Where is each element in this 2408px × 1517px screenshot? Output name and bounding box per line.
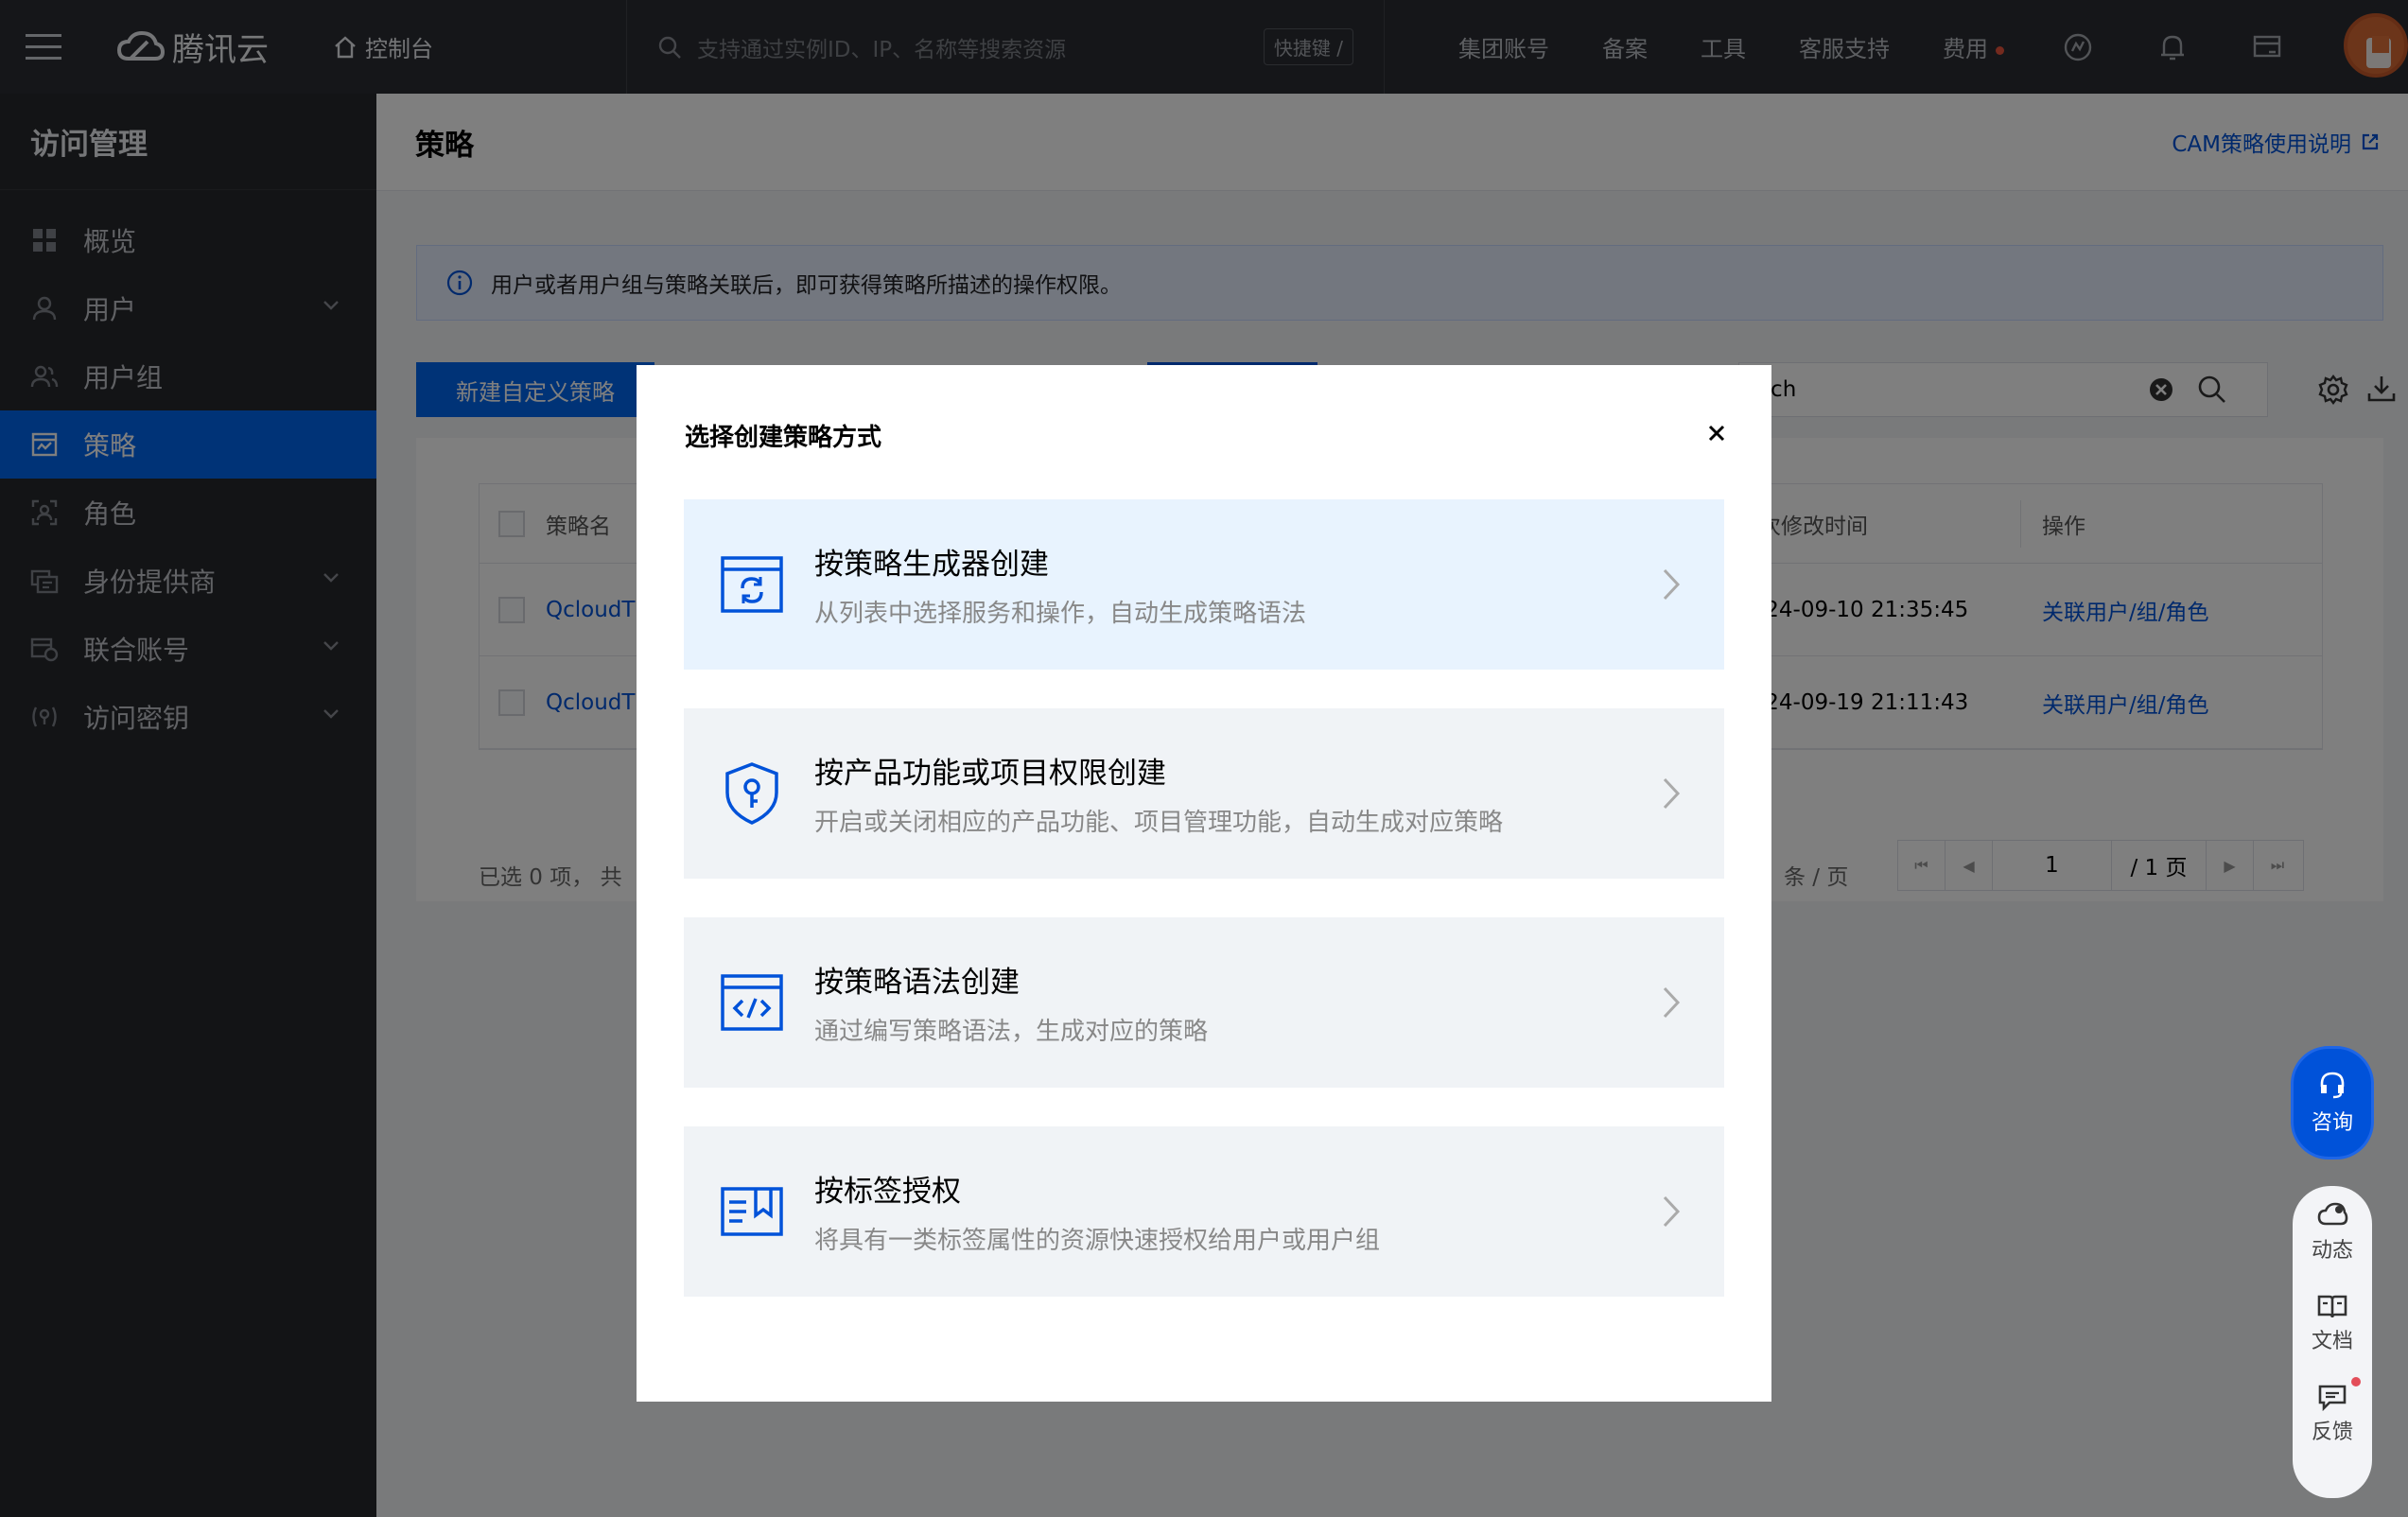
option-title: 按策略生成器创建 (814, 548, 1049, 582)
option-title: 按标签授权 (814, 1175, 961, 1209)
option-tag-authorization[interactable]: 按标签授权 将具有一类标签属性的资源快速授权给用户或用户组 (684, 1126, 1724, 1297)
option-policy-generator[interactable]: 按策略生成器创建 从列表中选择服务和操作，自动生成策略语法 (684, 499, 1724, 670)
option-product-permission[interactable]: 按产品功能或项目权限创建 开启或关闭相应的产品功能、项目管理功能，自动生成对应策… (684, 708, 1724, 879)
modal-title: 选择创建策略方式 (685, 424, 882, 452)
option-policy-syntax[interactable]: 按策略语法创建 通过编写策略语法，生成对应的策略 (684, 917, 1724, 1088)
headset-icon (2320, 1072, 2345, 1099)
book-icon (2317, 1295, 2347, 1318)
option-desc: 从列表中选择服务和操作，自动生成策略语法 (814, 600, 1307, 628)
option-desc: 通过编写策略语法，生成对应的策略 (814, 1018, 1209, 1046)
cloud-bell-icon (2317, 1202, 2348, 1226)
shield-key-icon (718, 759, 786, 828)
option-desc: 将具有一类标签属性的资源快速授权给用户或用户组 (814, 1227, 1381, 1255)
create-policy-modal: 选择创建策略方式 按策略生成器创建 从列表中选择服务和操作，自动生成策略语法 按… (637, 365, 1771, 1402)
tag-book-icon (718, 1177, 786, 1246)
feedback-button[interactable]: 反馈 (2311, 1377, 2361, 1445)
chevron-right-icon (1663, 1195, 1681, 1228)
feedback-dot (2351, 1377, 2361, 1386)
chevron-right-icon (1663, 568, 1681, 601)
option-title: 按产品功能或项目权限创建 (814, 757, 1166, 791)
docs-button[interactable]: 文档 (2312, 1292, 2353, 1354)
close-icon[interactable] (1705, 422, 1728, 445)
option-title: 按策略语法创建 (814, 966, 1020, 1000)
feedback-icon (2318, 1385, 2347, 1411)
option-desc: 开启或关闭相应的产品功能、项目管理功能，自动生成对应策略 (814, 809, 1504, 837)
policy-generator-icon (718, 550, 786, 619)
docs-label: 文档 (2311, 1330, 2353, 1353)
chevron-right-icon (1663, 777, 1681, 810)
chevron-right-icon (1663, 986, 1681, 1019)
dynamic-button[interactable]: 动态 (2312, 1201, 2353, 1264)
consult-label: 咨询 (2311, 1111, 2353, 1135)
feedback-label: 反馈 (2311, 1421, 2353, 1444)
dynamic-label: 动态 (2311, 1239, 2353, 1263)
consult-button[interactable]: 咨询 (2291, 1046, 2374, 1160)
float-tools: 动态 文档 反馈 (2293, 1186, 2372, 1498)
code-icon (718, 968, 786, 1037)
